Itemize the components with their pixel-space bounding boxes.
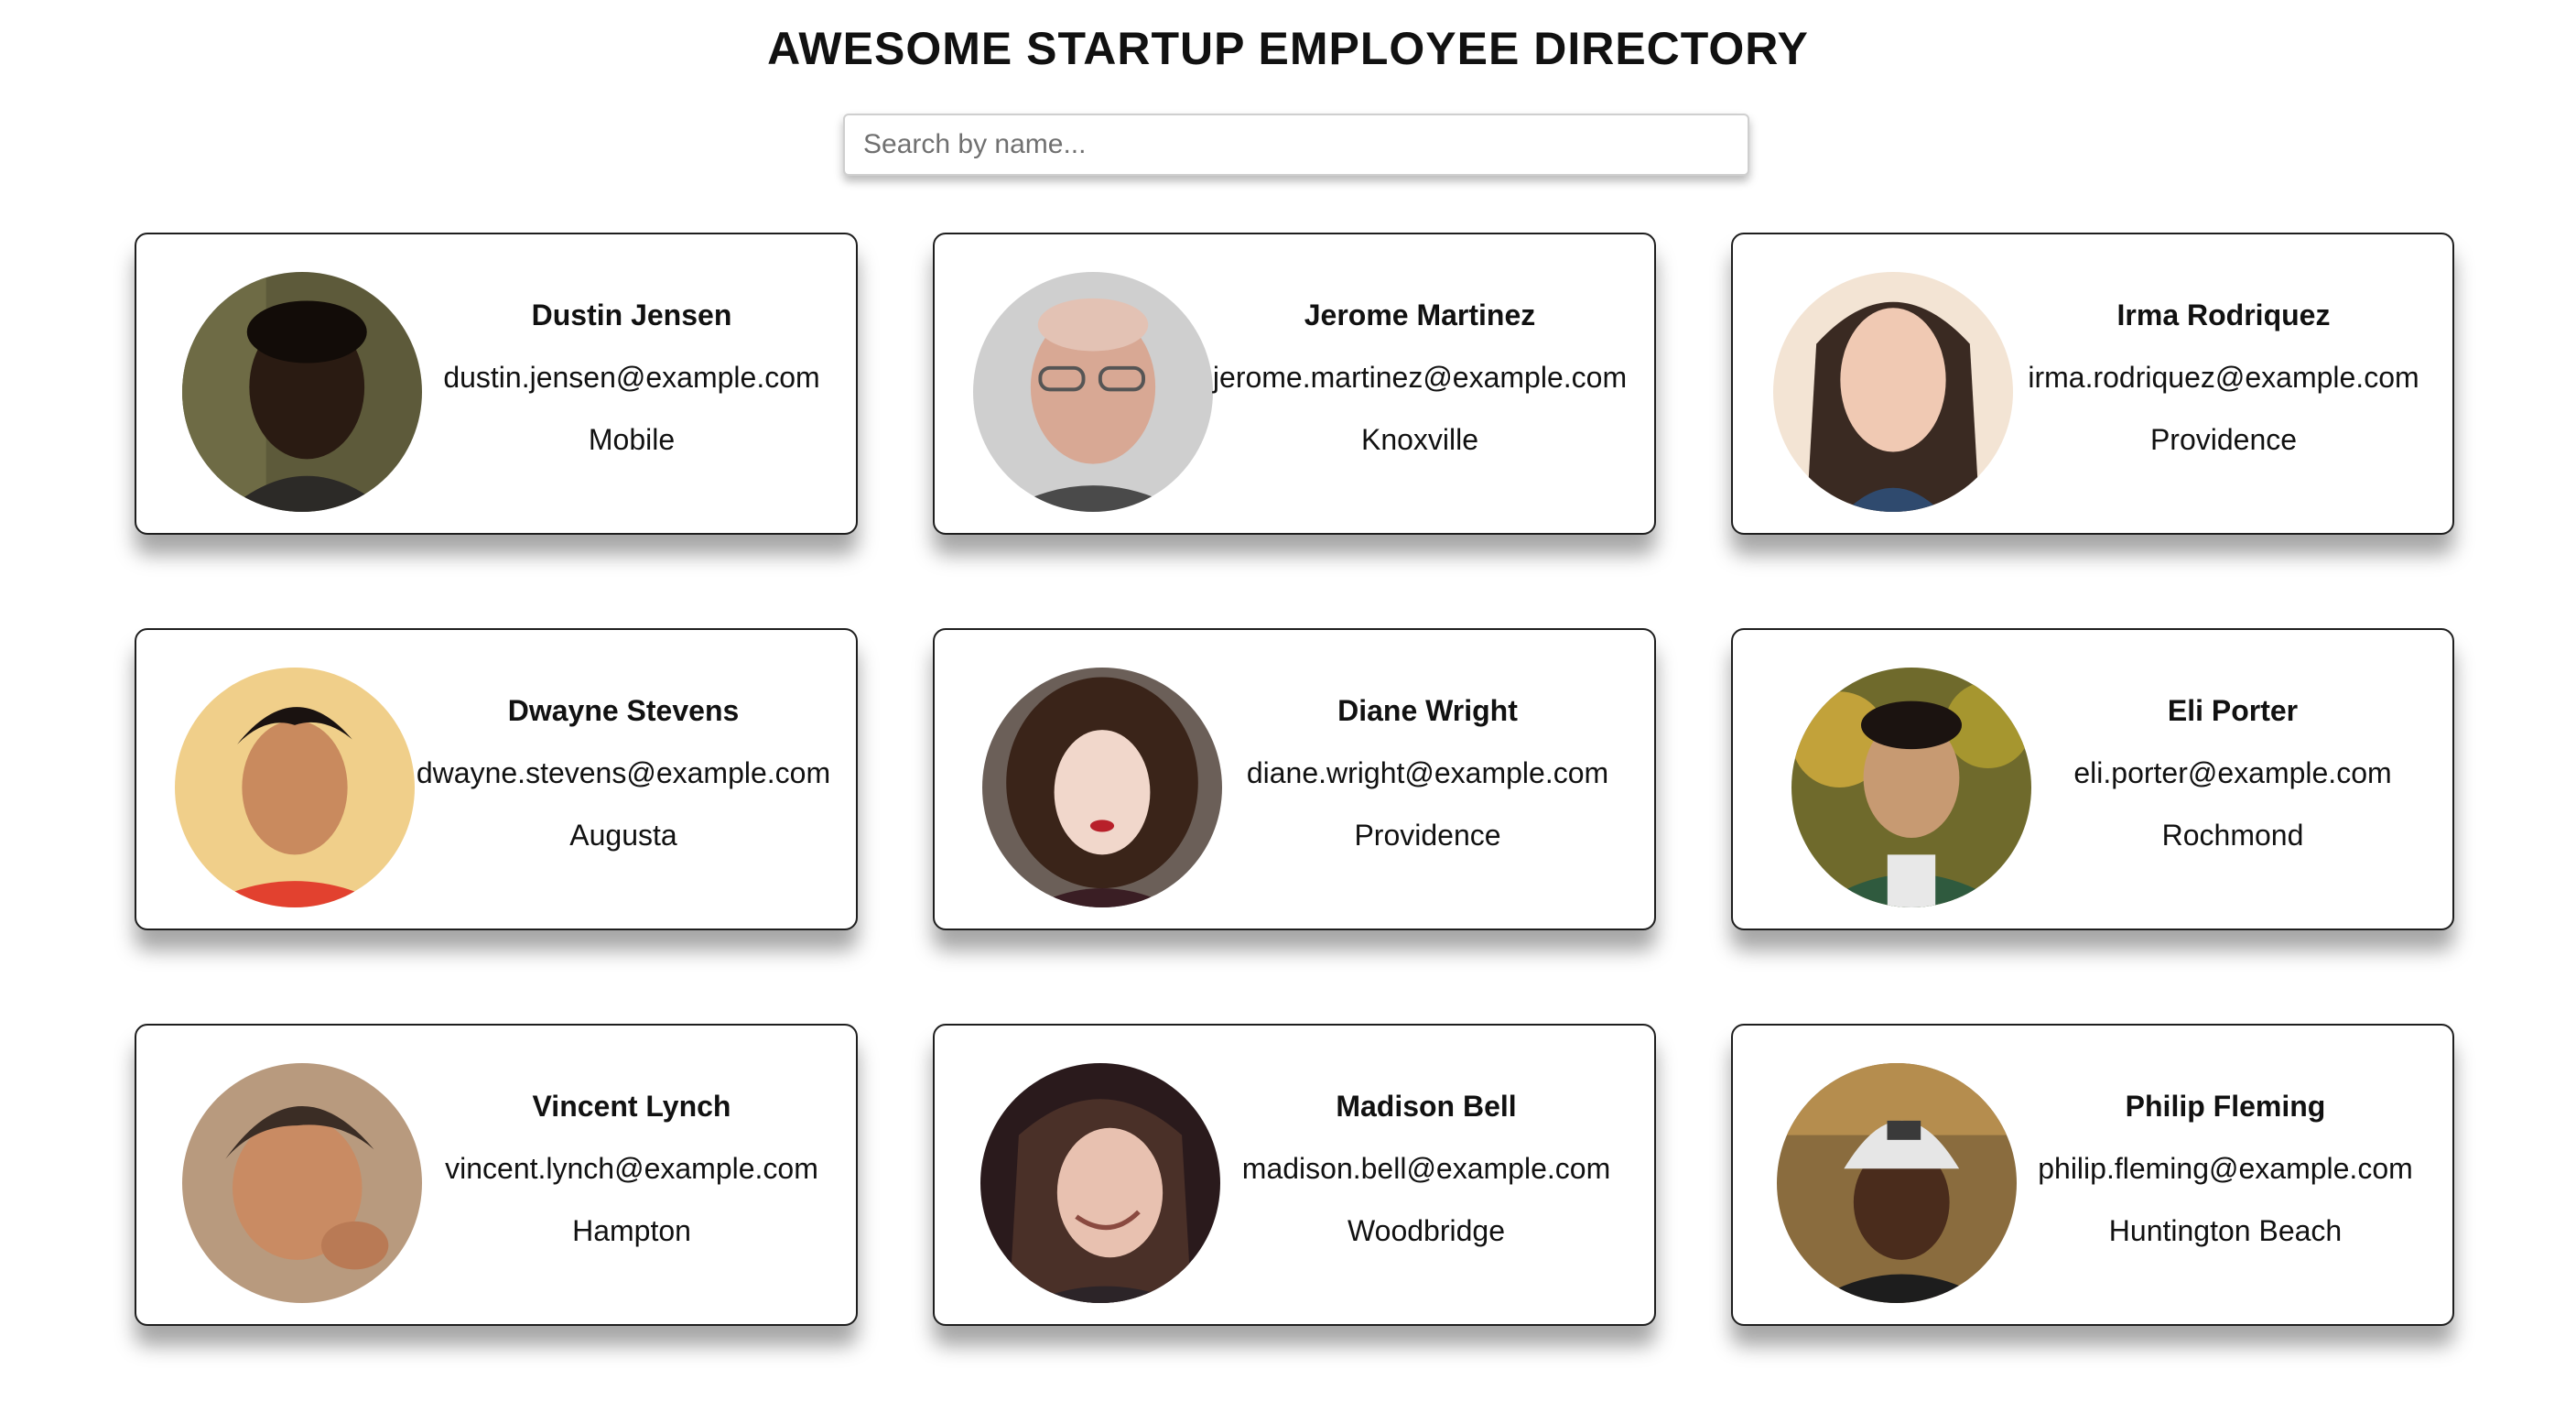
employee-city: Woodbridge <box>1348 1214 1505 1247</box>
employee-avatar <box>182 1063 422 1303</box>
employee-city: Augusta <box>569 819 677 852</box>
employee-info: Eli Porter eli.porter@example.com Rochmo… <box>2026 630 2440 929</box>
employee-avatar <box>1773 272 2013 512</box>
employee-card[interactable]: Jerome Martinez jerome.martinez@example.… <box>933 233 1656 535</box>
employee-card[interactable]: Madison Bell madison.bell@example.com Wo… <box>933 1024 1656 1326</box>
employee-name: Diane Wright <box>1337 694 1518 727</box>
employee-city: Huntington Beach <box>2108 1214 2343 1247</box>
employee-info: Dwayne Stevens dwayne.stevens@example.co… <box>404 630 843 929</box>
employee-avatar <box>1777 1063 2017 1303</box>
employee-info: Vincent Lynch vincent.lynch@example.com … <box>420 1026 843 1324</box>
employee-email: eli.porter@example.com <box>2073 756 2392 789</box>
search-bar <box>843 114 1749 176</box>
employee-email: dustin.jensen@example.com <box>443 361 820 394</box>
employee-email: dwayne.stevens@example.com <box>416 756 831 789</box>
employee-name: Vincent Lynch <box>532 1090 731 1123</box>
employee-name: Eli Porter <box>2167 694 2299 727</box>
employee-avatar <box>175 668 415 907</box>
employee-city: Providence <box>2149 423 2298 456</box>
employee-avatar <box>982 668 1222 907</box>
employee-info: Philip Fleming philip.fleming@example.co… <box>2011 1026 2440 1324</box>
employee-name: Philip Fleming <box>2125 1090 2326 1123</box>
employee-card[interactable]: Vincent Lynch vincent.lynch@example.com … <box>135 1024 858 1326</box>
employee-email: philip.fleming@example.com <box>2038 1152 2413 1185</box>
employee-avatar <box>182 272 422 512</box>
page-title: AWESOME STARTUP EMPLOYEE DIRECTORY <box>767 23 1809 74</box>
employee-name: Dustin Jensen <box>531 299 732 331</box>
employee-city: Hampton <box>572 1214 691 1247</box>
search-input[interactable] <box>843 114 1749 176</box>
employee-card[interactable]: Eli Porter eli.porter@example.com Rochmo… <box>1731 628 2454 930</box>
employee-card[interactable]: Irma Rodriquez irma.rodriquez@example.co… <box>1731 233 2454 535</box>
employee-city: Knoxville <box>1360 423 1479 456</box>
employee-card[interactable]: Diane Wright diane.wright@example.com Pr… <box>933 628 1656 930</box>
employee-name: Irma Rodriquez <box>2116 299 2331 331</box>
employee-email: jerome.martinez@example.com <box>1212 361 1628 394</box>
employee-avatar <box>980 1063 1220 1303</box>
employee-avatar <box>1791 668 2031 907</box>
employee-email: diane.wright@example.com <box>1246 756 1609 789</box>
employee-info: Dustin Jensen dustin.jensen@example.com … <box>420 234 843 533</box>
employee-email: irma.rodriquez@example.com <box>2028 361 2419 394</box>
employee-info: Irma Rodriquez irma.rodriquez@example.co… <box>2008 234 2440 533</box>
employee-city: Providence <box>1354 819 1501 852</box>
employee-card[interactable]: Dustin Jensen dustin.jensen@example.com … <box>135 233 858 535</box>
employee-info: Diane Wright diane.wright@example.com Pr… <box>1214 630 1641 929</box>
employee-name: Dwayne Stevens <box>507 694 740 727</box>
employee-card[interactable]: Philip Fleming philip.fleming@example.co… <box>1731 1024 2454 1326</box>
employee-info: Madison Bell madison.bell@example.com Wo… <box>1211 1026 1641 1324</box>
employee-city: Mobile <box>588 423 676 456</box>
employee-name: Madison Bell <box>1336 1090 1517 1123</box>
employee-name: Jerome Martinez <box>1304 299 1536 331</box>
employee-email: vincent.lynch@example.com <box>445 1152 818 1185</box>
employee-card[interactable]: Dwayne Stevens dwayne.stevens@example.co… <box>135 628 858 930</box>
employee-info: Jerome Martinez jerome.martinez@example.… <box>1198 234 1641 533</box>
employee-city: Rochmond <box>2161 819 2304 852</box>
employee-avatar <box>973 272 1213 512</box>
employee-email: madison.bell@example.com <box>1241 1152 1611 1185</box>
